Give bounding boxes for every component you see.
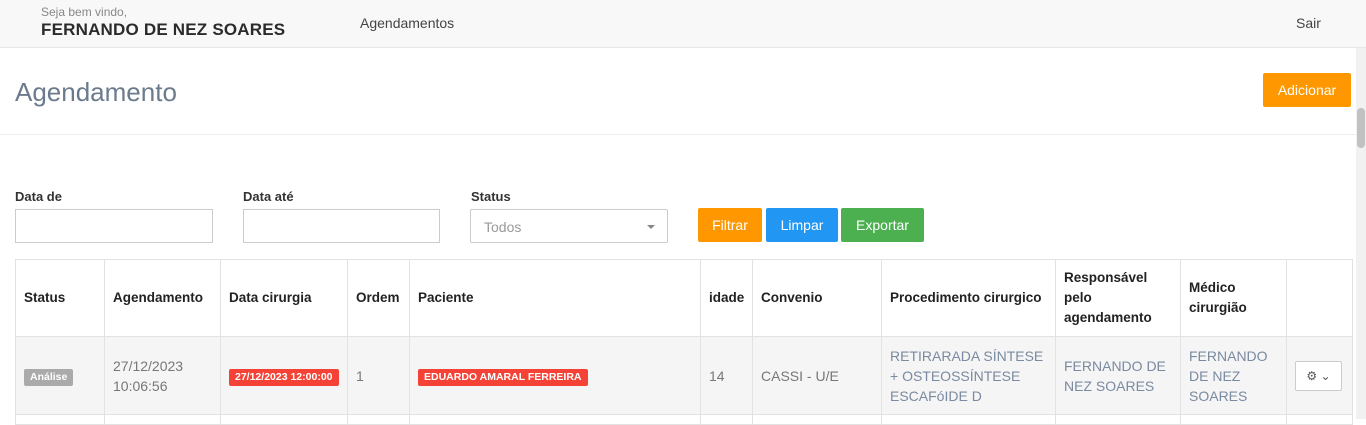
col-header-paciente[interactable]: Paciente [409,259,701,337]
page-header: Agendamento Adicionar [0,49,1356,135]
col-header-agendamento[interactable]: Agendamento [104,259,221,337]
cell-responsavel: FERNANDO DE NEZ SOARES [1055,336,1181,415]
cell-idade: 14 [700,336,753,415]
col-header-status[interactable]: Status [15,259,105,337]
user-name: FERNANDO DE NEZ SOARES [41,20,286,39]
page-title: Agendamento [15,77,177,107]
table-header-row: Status Agendamento Data cirurgia Ordem P… [15,259,1353,337]
scrollbar-thumb[interactable] [1357,108,1365,148]
nav-agendamentos[interactable]: Agendamentos [360,15,454,31]
col-header-actions [1286,259,1353,337]
export-button[interactable]: Exportar [841,208,924,242]
date-to-label: Data até [243,189,294,204]
date-to-input[interactable] [243,209,440,243]
table-row [15,414,1353,425]
date-from-label: Data de [15,189,62,204]
gear-icon: ⚙ [1306,368,1318,383]
status-selected-value: Todos [484,219,522,235]
cell-ordem: 1 [347,336,410,415]
col-header-medico[interactable]: Médico cirurgião [1180,259,1287,337]
cell-medico: FERNANDO DE NEZ SOARES [1180,336,1287,415]
clear-button[interactable]: Limpar [766,208,838,242]
top-navbar: Seja bem vindo, FERNANDO DE NEZ SOARES A… [0,0,1366,48]
add-button[interactable]: Adicionar [1263,73,1351,107]
col-header-responsavel[interactable]: Responsável pelo agendamento [1055,259,1181,337]
col-header-convenio[interactable]: Convenio [752,259,882,337]
cell-procedimento: RETIRARADA SÍNTESE + OSTEOSSÍNTESE ESCAF… [881,336,1056,415]
welcome-text: Seja bem vindo, [41,5,128,19]
cell-convenio: CASSI - U/E [752,336,882,415]
page-scrollbar[interactable] [1356,48,1366,419]
col-header-idade[interactable]: idade [700,259,753,337]
cell-actions: ⚙ ⌄ [1286,336,1353,415]
cell-paciente: EDUARDO AMARAL FERREIRA [409,336,701,415]
row-actions-dropdown[interactable]: ⚙ ⌄ [1295,360,1342,391]
appointments-table: Status Agendamento Data cirurgia Ordem P… [15,259,1353,425]
date-from-input[interactable] [15,209,213,243]
cell-data-cirurgia: 27/12/2023 12:00:00 [220,336,348,415]
cell-status: Análise [15,336,105,415]
col-header-data-cirurgia[interactable]: Data cirurgia [220,259,348,337]
status-badge: Análise [24,369,74,386]
cell-agendamento: 27/12/2023 10:06:56 [104,336,221,415]
chevron-down-icon [647,225,655,229]
col-header-procedimento[interactable]: Procedimento cirurgico [881,259,1056,337]
status-select[interactable]: Todos [470,209,668,243]
table-row[interactable]: Análise 27/12/2023 10:06:56 27/12/2023 1… [15,336,1353,415]
filter-button[interactable]: Filtrar [698,208,762,242]
status-label: Status [471,189,511,204]
patient-badge: EDUARDO AMARAL FERREIRA [418,369,588,386]
surgery-date-badge: 27/12/2023 12:00:00 [229,369,339,386]
col-header-ordem[interactable]: Ordem [347,259,410,337]
chevron-down-icon: ⌄ [1320,368,1331,383]
nav-logout[interactable]: Sair [1296,15,1321,31]
